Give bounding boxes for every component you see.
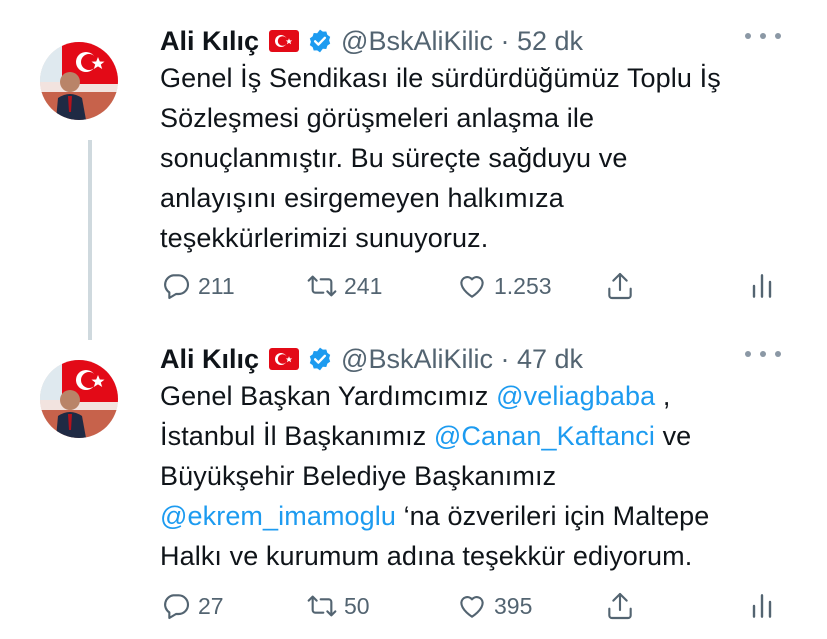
mention-link[interactable]: @Canan_Kaftanci [434, 421, 655, 451]
tweet-text-run: ve [654, 421, 692, 451]
like-button[interactable]: 395 [456, 586, 532, 626]
tweet-text-run: , [655, 381, 671, 411]
tweet-text-line: Büyükşehir Belediye Başkanımız [160, 456, 800, 496]
tweet-text-run: sonuçlanmıştır. Bu süreçte sağduyu ve [160, 143, 628, 173]
handle-time[interactable]: @BskAliKilic · 52 dk [341, 26, 583, 57]
thread-line [88, 140, 92, 340]
tweet-text-line: sonuçlanmıştır. Bu süreçte sağduyu ve [160, 138, 800, 178]
share-icon [608, 272, 632, 300]
like-button[interactable]: 1.253 [456, 266, 552, 306]
reply-button[interactable]: 211 [160, 266, 235, 306]
tweet-header: Ali Kılıç @BskAliKilic · 52 dk [160, 24, 583, 58]
reply-count: 27 [198, 592, 224, 619]
reply-count: 211 [198, 272, 235, 299]
tweet-text-line: İstanbul İl Başkanımız @Canan_Kaftanci v… [160, 416, 800, 456]
retweet-count: 50 [344, 592, 370, 619]
tweet-header: Ali Kılıç @BskAliKilic · 47 dk [160, 342, 583, 376]
like-icon [460, 596, 484, 618]
tweet-text-run: Büyükşehir Belediye Başkanımız [160, 461, 557, 491]
stats-button[interactable] [746, 266, 778, 306]
tweet[interactable]: Ali Kılıç @BskAliKilic · 47 dk Genel Baş… [0, 318, 827, 639]
reply-icon [164, 274, 190, 300]
tweet-text-run: Sözleşmesi görüşmeleri anlaşma ile [160, 103, 595, 133]
stats-icon [752, 274, 772, 298]
share-button[interactable] [604, 586, 636, 626]
mention-link[interactable]: @ekrem_imamoglu [160, 501, 396, 531]
turkey-flag-icon [269, 30, 300, 52]
tweet-text-run: ‘na özverileri için Maltepe [395, 501, 710, 531]
more-icon[interactable] [745, 344, 781, 364]
tweet-text-line: @ekrem_imamoglu ‘na özverileri için Malt… [160, 496, 800, 536]
tweet-text-line: Halkı ve kurumum adına teşekkür ediyorum… [160, 536, 800, 576]
handle-time[interactable]: @BskAliKilic · 47 dk [341, 344, 583, 375]
tweet-text-line: Sözleşmesi görüşmeleri anlaşma ile [160, 98, 800, 138]
author-name[interactable]: Ali Kılıç [160, 344, 259, 375]
tweet-actions: 27 50 395 [158, 586, 798, 626]
tweet-text-line: Genel Başkan Yardımcımız @veliagbaba , [160, 376, 800, 416]
tweet-text-run: Halkı ve kurumum adına teşekkür ediyorum… [160, 541, 693, 571]
stats-button[interactable] [746, 586, 778, 626]
like-icon [460, 276, 484, 298]
tweet-text-line: teşekkürlerimizi sunuyoruz. [160, 218, 800, 258]
tweet-text: Genel İş Sendikası ile sürdürdüğümüz Top… [160, 58, 800, 258]
like-count: 1.253 [494, 272, 552, 299]
verified-badge-icon [307, 28, 333, 54]
tweet-text: Genel Başkan Yardımcımız @veliagbaba , İs… [160, 376, 800, 576]
avatar[interactable] [40, 42, 118, 120]
mention-link[interactable]: @veliagbaba [496, 381, 655, 411]
tweet-text-run: teşekkürlerimizi sunuyoruz. [160, 223, 489, 253]
retweet-icon [307, 595, 337, 617]
tweet-actions: 211 241 1.253 [158, 266, 798, 306]
share-button[interactable] [604, 266, 636, 306]
avatar[interactable] [40, 360, 118, 438]
retweet-button[interactable]: 50 [306, 586, 370, 626]
retweet-button[interactable]: 241 [306, 266, 382, 306]
share-icon [608, 592, 632, 620]
retweet-icon [307, 275, 337, 297]
turkey-flag-icon [269, 348, 300, 370]
tweet-text-run: İstanbul İl Başkanımız [160, 421, 434, 451]
stats-icon [752, 594, 772, 618]
tweet-text-run: Genel İş Sendikası ile sürdürdüğümüz Top… [160, 63, 721, 93]
reply-icon [164, 594, 190, 620]
tweet-text-run: Genel Başkan Yardımcımız [160, 381, 497, 411]
tweet-text-run: anlayışını esirgemeyen halkımıza [160, 183, 564, 213]
retweet-count: 241 [344, 272, 383, 299]
like-count: 395 [494, 592, 533, 619]
author-name[interactable]: Ali Kılıç [160, 26, 259, 57]
tweet-text-line: Genel İş Sendikası ile sürdürdüğümüz Top… [160, 58, 800, 98]
verified-badge-icon [307, 346, 333, 372]
tweet[interactable]: Ali Kılıç @BskAliKilic · 52 dk Genel İş … [0, 0, 827, 340]
reply-button[interactable]: 27 [160, 586, 224, 626]
more-icon[interactable] [745, 26, 781, 46]
tweet-text-line: anlayışını esirgemeyen halkımıza [160, 178, 800, 218]
